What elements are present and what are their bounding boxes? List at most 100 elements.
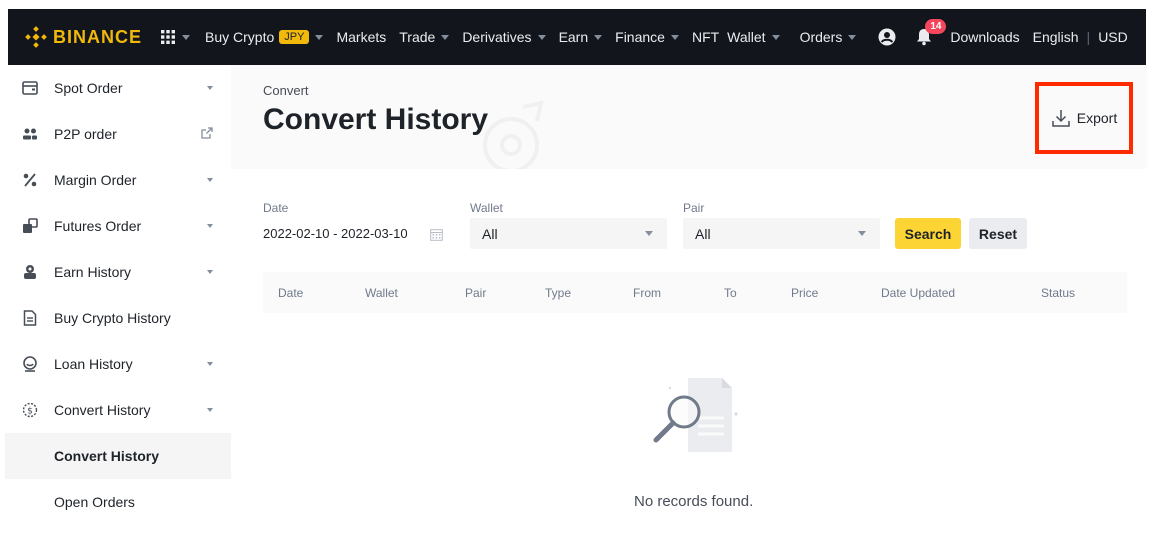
empty-state-message: No records found. xyxy=(634,493,754,510)
column-header-to: To xyxy=(724,286,737,300)
column-header-price: Price xyxy=(791,286,819,300)
percent-icon xyxy=(20,170,40,190)
sidebar-item-p2p-order[interactable]: P2P order xyxy=(5,111,231,157)
sidebar: Spot Order P2P order Margin Order Future… xyxy=(5,65,231,546)
chevron-down-icon xyxy=(207,362,213,366)
column-header-pair: Pair xyxy=(465,286,487,300)
sidebar-item-label: Convert History xyxy=(54,448,160,464)
sidebar-item-label: Open Orders xyxy=(54,494,135,510)
users-icon xyxy=(20,124,40,144)
chevron-down-icon xyxy=(207,86,213,90)
loan-icon xyxy=(20,354,40,374)
chevron-down-icon xyxy=(645,231,653,236)
page-title: Convert History xyxy=(263,103,489,136)
nav-downloads[interactable]: Downloads xyxy=(950,29,1019,45)
calendar-icon[interactable] xyxy=(430,228,443,246)
chevron-down-icon xyxy=(594,34,603,40)
sidebar-item-label: Convert History xyxy=(54,402,151,418)
external-link-icon xyxy=(201,126,213,142)
chevron-down-icon xyxy=(315,34,324,40)
column-header-type: Type xyxy=(545,286,572,300)
currency-badge: JPY xyxy=(279,30,310,44)
search-button[interactable]: Search xyxy=(895,218,961,249)
column-header-wallet: Wallet xyxy=(365,286,398,300)
sidebar-item-spot-order[interactable]: Spot Order xyxy=(5,65,231,111)
chevron-down-icon xyxy=(858,231,866,236)
reset-button[interactable]: Reset xyxy=(969,218,1027,249)
date-filter-label: Date xyxy=(263,201,289,215)
document-icon xyxy=(20,308,40,328)
divider: | xyxy=(1086,29,1091,45)
chevron-down-icon xyxy=(441,34,450,40)
nav-label: Markets xyxy=(336,29,387,45)
nav-label: Derivatives xyxy=(462,29,532,45)
date-range-input[interactable]: 2022-02-10 - 2022-03-10 xyxy=(263,226,408,241)
column-header-status: Status xyxy=(1041,286,1076,300)
sidebar-item-label: Loan History xyxy=(54,356,133,372)
sidebar-item-label: Earn History xyxy=(54,264,132,280)
nav-derivatives[interactable]: Derivatives xyxy=(462,29,546,45)
chevron-down-icon xyxy=(207,224,213,228)
sidebar-item-loan-history[interactable]: Loan History xyxy=(5,341,231,387)
wallet-filter-label: Wallet xyxy=(470,201,503,215)
language-currency-selector[interactable]: English | USD xyxy=(1033,29,1128,45)
column-header-from: From xyxy=(633,286,661,300)
sidebar-item-label: P2P order xyxy=(54,126,117,142)
sidebar-subitem-convert-history[interactable]: Convert History xyxy=(5,433,231,479)
nav-label: Buy Crypto xyxy=(205,29,275,45)
futures-icon xyxy=(20,216,40,236)
apps-menu-button[interactable] xyxy=(160,29,191,45)
column-header-date: Date xyxy=(278,286,304,300)
sidebar-subitem-open-orders[interactable]: Open Orders xyxy=(5,479,231,525)
wallet-icon xyxy=(20,78,40,98)
sidebar-item-margin-order[interactable]: Margin Order xyxy=(5,157,231,203)
nav-buy-crypto[interactable]: Buy Crypto JPY xyxy=(205,29,324,45)
binance-logo[interactable]: BINANCE xyxy=(25,26,142,48)
nav-wallet[interactable]: Wallet xyxy=(727,29,780,45)
nav-finance[interactable]: Finance xyxy=(615,29,679,45)
export-button[interactable]: Export xyxy=(1035,82,1133,154)
user-avatar-icon xyxy=(878,28,896,46)
chevron-down-icon xyxy=(771,34,780,40)
wallet-select[interactable]: All xyxy=(470,218,667,249)
piggy-icon xyxy=(20,262,40,282)
chevron-down-icon xyxy=(537,34,546,40)
chevron-down-icon xyxy=(207,178,213,182)
account-button[interactable] xyxy=(878,28,896,46)
pair-select-value: All xyxy=(695,225,711,242)
sidebar-item-convert-history[interactable]: $ Convert History xyxy=(5,387,231,433)
logo-text: BINANCE xyxy=(53,26,143,47)
export-label: Export xyxy=(1076,110,1118,126)
grid-icon xyxy=(161,30,176,44)
pair-filter-label: Pair xyxy=(683,201,705,215)
nav-label: Orders xyxy=(799,29,843,45)
language-label: English xyxy=(1032,29,1079,45)
nav-nft[interactable]: NFT xyxy=(692,29,719,45)
nav-label: Downloads xyxy=(950,29,1020,45)
sidebar-item-label: Margin Order xyxy=(54,172,137,188)
wallet-select-value: All xyxy=(482,225,498,242)
nav-markets[interactable]: Markets xyxy=(336,29,386,45)
nav-earn[interactable]: Earn xyxy=(559,29,603,45)
currency-label: USD xyxy=(1098,29,1128,45)
nav-label: Earn xyxy=(558,29,589,45)
chevron-down-icon xyxy=(207,270,213,274)
sidebar-item-buy-crypto-history[interactable]: Buy Crypto History xyxy=(5,295,231,341)
column-header-date-updated: Date Updated xyxy=(881,286,956,300)
pair-select[interactable]: All xyxy=(683,218,880,249)
binance-diamond-icon xyxy=(25,26,47,48)
download-icon xyxy=(1052,110,1070,127)
nav-label: Wallet xyxy=(727,29,766,45)
notifications-button[interactable]: 14 xyxy=(916,19,947,46)
chevron-down-icon xyxy=(848,34,857,40)
chevron-down-icon xyxy=(207,408,213,412)
sidebar-item-earn-history[interactable]: Earn History xyxy=(5,249,231,295)
nav-orders[interactable]: Orders xyxy=(800,29,857,45)
sidebar-item-label: Futures Order xyxy=(54,218,142,234)
nav-label: NFT xyxy=(691,29,720,45)
notification-count-badge: 14 xyxy=(925,19,947,34)
coin-icon: $ xyxy=(20,400,40,420)
sidebar-item-futures-order[interactable]: Futures Order xyxy=(5,203,231,249)
nav-trade[interactable]: Trade xyxy=(399,29,450,45)
breadcrumb[interactable]: Convert xyxy=(263,83,309,98)
